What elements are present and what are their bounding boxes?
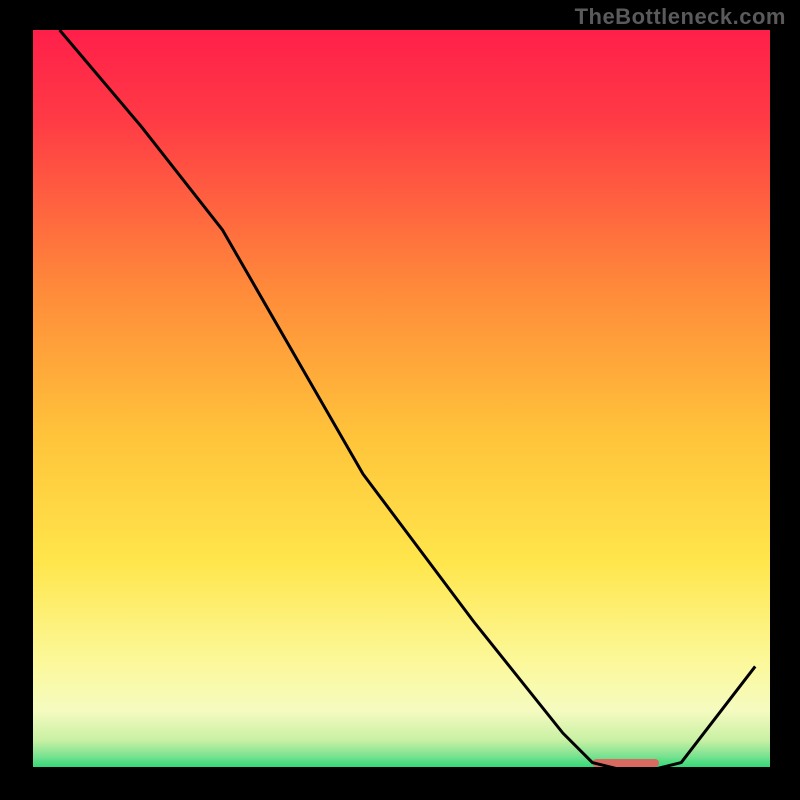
chart-plot-area xyxy=(30,30,770,770)
watermark-text: TheBottleneck.com xyxy=(575,4,786,30)
gradient-background xyxy=(30,30,770,770)
chart-svg xyxy=(30,30,770,770)
